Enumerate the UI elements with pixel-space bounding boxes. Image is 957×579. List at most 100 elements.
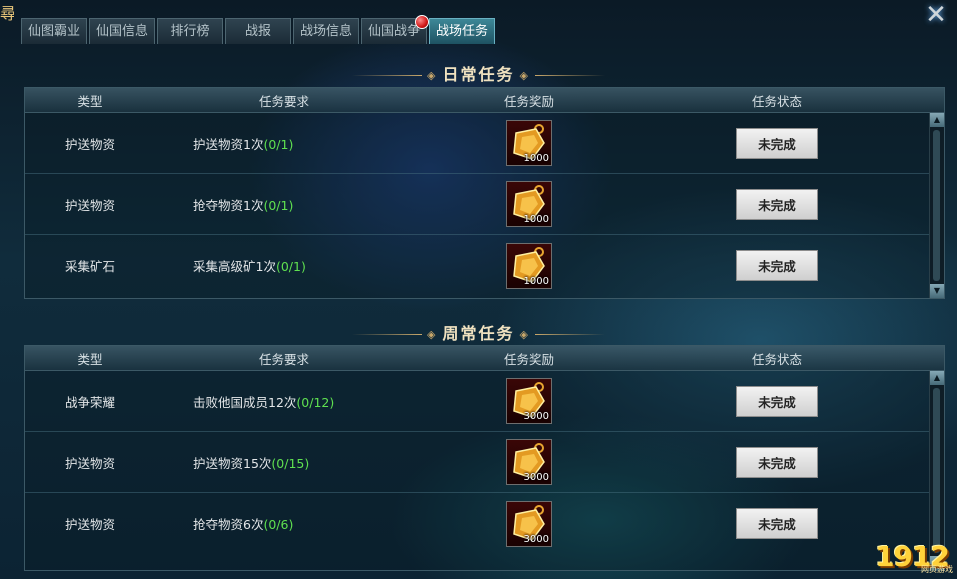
table-row: 护送物资 抢夺物资6次(0/6) 3000 未完成 xyxy=(25,493,944,554)
weekly-rows: 战争荣耀 击败他国成员12次(0/12) 3000 未完成 护送物资 护送物资1… xyxy=(25,371,944,554)
header-status: 任务状态 xyxy=(751,351,802,367)
table-header: 类型 任务要求 任务奖励 任务状态 xyxy=(25,88,944,113)
tab-battlefield-tasks[interactable]: 战场任务 xyxy=(429,18,495,44)
task-type: 护送物资 xyxy=(64,517,115,532)
scroll-down-arrow-icon[interactable]: ▼ xyxy=(930,284,944,298)
reward-cell: 1000 xyxy=(413,120,629,166)
table-row: 护送物资 抢夺物资1次(0/1) 1000 未完成 xyxy=(25,174,944,235)
status-cell: 未完成 xyxy=(667,508,887,539)
task-requirement: 护送物资1次(0/1) xyxy=(155,134,413,153)
diamond-icon: ◈ xyxy=(427,328,438,341)
task-type: 护送物资 xyxy=(64,455,115,471)
status-button[interactable]: 未完成 xyxy=(736,385,818,417)
divider xyxy=(352,334,423,335)
status-button[interactable]: 未完成 xyxy=(736,508,818,539)
tab-battle-report[interactable]: 战报 xyxy=(225,18,291,44)
task-progress: (0/1) xyxy=(263,136,294,152)
weekly-task-table: 类型 任务要求 任务奖励 任务状态 战争荣耀 击败他国成员12次(0/12) 3… xyxy=(24,345,945,571)
reward-cell: 1000 xyxy=(413,242,629,289)
tab-label: 仙图霸业 xyxy=(27,24,80,39)
reward-item[interactable]: 3000 xyxy=(506,439,552,485)
table-header: 类型 任务要求 任务奖励 任务状态 xyxy=(25,346,944,371)
header-status: 任务状态 xyxy=(751,93,802,109)
tab-battlefield-info[interactable]: 战场信息 xyxy=(293,18,359,44)
status-button[interactable]: 未完成 xyxy=(736,250,818,281)
task-progress: (0/12) xyxy=(296,394,335,410)
tab-label: 战场信息 xyxy=(299,24,352,39)
status-button[interactable]: 未完成 xyxy=(736,188,818,220)
diamond-icon: ◈ xyxy=(427,69,438,82)
divider xyxy=(534,75,605,76)
tab-guild-info[interactable]: 仙国信息 xyxy=(89,18,155,44)
reward-count: 1000 xyxy=(523,153,549,164)
status-button[interactable]: 未完成 xyxy=(736,127,818,159)
requirement-text: 采集高级矿1次 xyxy=(193,259,276,274)
reward-count: 1000 xyxy=(523,214,549,225)
status-cell: 未完成 xyxy=(667,127,887,159)
tab-guild-war[interactable]: 仙国战争 xyxy=(361,15,429,44)
reward-cell: 1000 xyxy=(413,181,629,227)
table-row: 采集矿石 采集高级矿1次(0/1) 1000 未完成 xyxy=(25,235,944,296)
reward-item[interactable]: 3000 xyxy=(506,378,552,424)
header-requirement: 任务要求 xyxy=(258,351,309,367)
task-progress: (0/1) xyxy=(263,197,294,213)
daily-section-title: ◈ 日常任务 ◈ xyxy=(0,61,957,85)
watermark-sub: 网页游戏 xyxy=(921,565,953,574)
reward-count: 3000 xyxy=(523,472,549,483)
close-icon[interactable]: ✕ xyxy=(921,0,951,30)
header-reward: 任务奖励 xyxy=(503,93,554,109)
requirement-text: 护送物资15次 xyxy=(193,455,272,471)
header-reward: 任务奖励 xyxy=(503,351,554,367)
task-requirement: 击败他国成员12次(0/12) xyxy=(155,392,413,411)
requirement-text: 击败他国成员12次 xyxy=(193,394,297,410)
reward-count: 1000 xyxy=(523,275,549,287)
task-type: 护送物资 xyxy=(64,136,115,152)
status-cell: 未完成 xyxy=(667,250,887,281)
daily-title-text: 日常任务 xyxy=(442,65,515,84)
tab-label: 仙国信息 xyxy=(95,24,148,39)
requirement-text: 抢夺物资6次 xyxy=(193,517,264,532)
diamond-icon: ◈ xyxy=(519,69,530,82)
status-button[interactable]: 未完成 xyxy=(736,446,818,478)
status-cell: 未完成 xyxy=(667,385,887,417)
weekly-section-title: ◈ 周常任务 ◈ xyxy=(0,320,957,344)
divider xyxy=(534,334,605,335)
reward-item[interactable]: 3000 xyxy=(506,500,552,547)
reward-cell: 3000 xyxy=(413,378,629,424)
daily-rows: 护送物资 护送物资1次(0/1) 1000 未完成 护送物资 抢夺物资1次(0/… xyxy=(25,113,944,296)
tab-label: 仙国战争 xyxy=(367,24,420,39)
scroll-up-arrow-icon[interactable]: ▲ xyxy=(930,371,944,385)
header-requirement: 任务要求 xyxy=(258,93,309,109)
tab-ranking[interactable]: 排行榜 xyxy=(157,18,223,44)
tab-label: 战报 xyxy=(244,24,271,39)
reward-item[interactable]: 1000 xyxy=(506,242,552,289)
daily-task-table: 类型 任务要求 任务奖励 任务状态 护送物资 护送物资1次(0/1) 1000 … xyxy=(24,87,945,299)
table-row: 护送物资 护送物资15次(0/15) 3000 未完成 xyxy=(25,432,944,493)
task-requirement: 护送物资15次(0/15) xyxy=(155,453,413,472)
header-type: 类型 xyxy=(77,351,103,367)
header-type: 类型 xyxy=(77,93,103,109)
divider xyxy=(352,75,423,76)
task-progress: (0/1) xyxy=(275,259,306,274)
reward-item[interactable]: 1000 xyxy=(506,181,552,227)
task-type: 采集矿石 xyxy=(64,259,115,274)
requirement-text: 护送物资1次 xyxy=(193,136,264,152)
site-watermark-logo: 1912 网页游戏 xyxy=(875,540,953,574)
status-cell: 未完成 xyxy=(667,188,887,220)
tab-label: 战场任务 xyxy=(435,24,488,39)
task-progress: (0/15) xyxy=(271,455,310,471)
status-cell: 未完成 xyxy=(667,446,887,478)
notification-badge xyxy=(415,15,429,29)
tab-label: 排行榜 xyxy=(170,24,210,39)
reward-count: 3000 xyxy=(523,411,549,422)
reward-item[interactable]: 1000 xyxy=(506,120,552,166)
scroll-thumb[interactable] xyxy=(933,130,940,281)
tab-xiantu-bayie[interactable]: 仙图霸业 xyxy=(21,18,87,44)
scroll-up-arrow-icon[interactable]: ▲ xyxy=(930,113,944,127)
task-progress: (0/6) xyxy=(263,517,294,532)
scroll-thumb[interactable] xyxy=(933,388,940,553)
reward-count: 3000 xyxy=(523,533,549,545)
daily-scrollbar[interactable]: ▲ ▼ xyxy=(929,113,944,298)
requirement-text: 抢夺物资1次 xyxy=(193,197,264,213)
reward-cell: 3000 xyxy=(413,500,629,547)
